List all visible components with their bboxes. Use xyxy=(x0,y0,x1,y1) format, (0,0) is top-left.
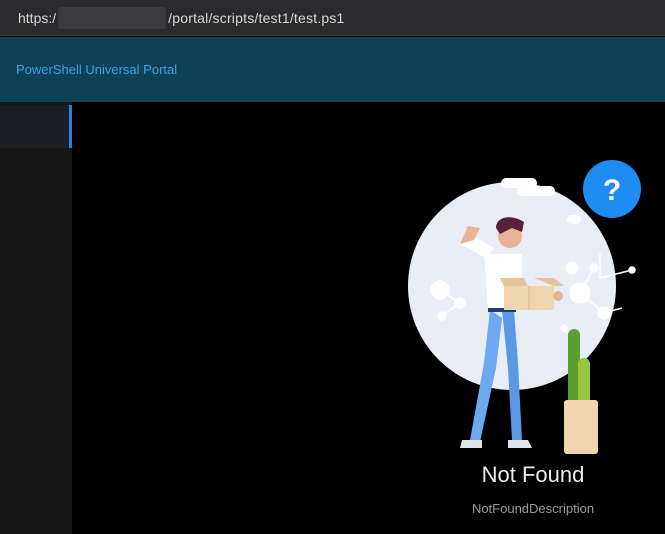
sidebar xyxy=(0,102,72,534)
app-header: PowerShell Universal Portal xyxy=(0,37,665,102)
question-mark: ? xyxy=(603,174,621,207)
url-path: /portal/scripts/test1/test.ps1 xyxy=(168,9,345,26)
url-host-redacted xyxy=(58,6,167,29)
sidebar-item-active[interactable] xyxy=(0,105,72,148)
address-bar[interactable]: https:/ /portal/scripts/test1/test.ps1 xyxy=(0,0,665,36)
error-title: Not Found xyxy=(481,462,585,487)
not-found-illustration: ? xyxy=(408,160,641,454)
question-badge-icon: ? xyxy=(583,160,641,218)
error-description: NotFoundDescription xyxy=(471,501,595,516)
url-prefix: https:/ xyxy=(18,9,57,26)
app-title-link[interactable]: PowerShell Universal Portal xyxy=(16,62,177,77)
